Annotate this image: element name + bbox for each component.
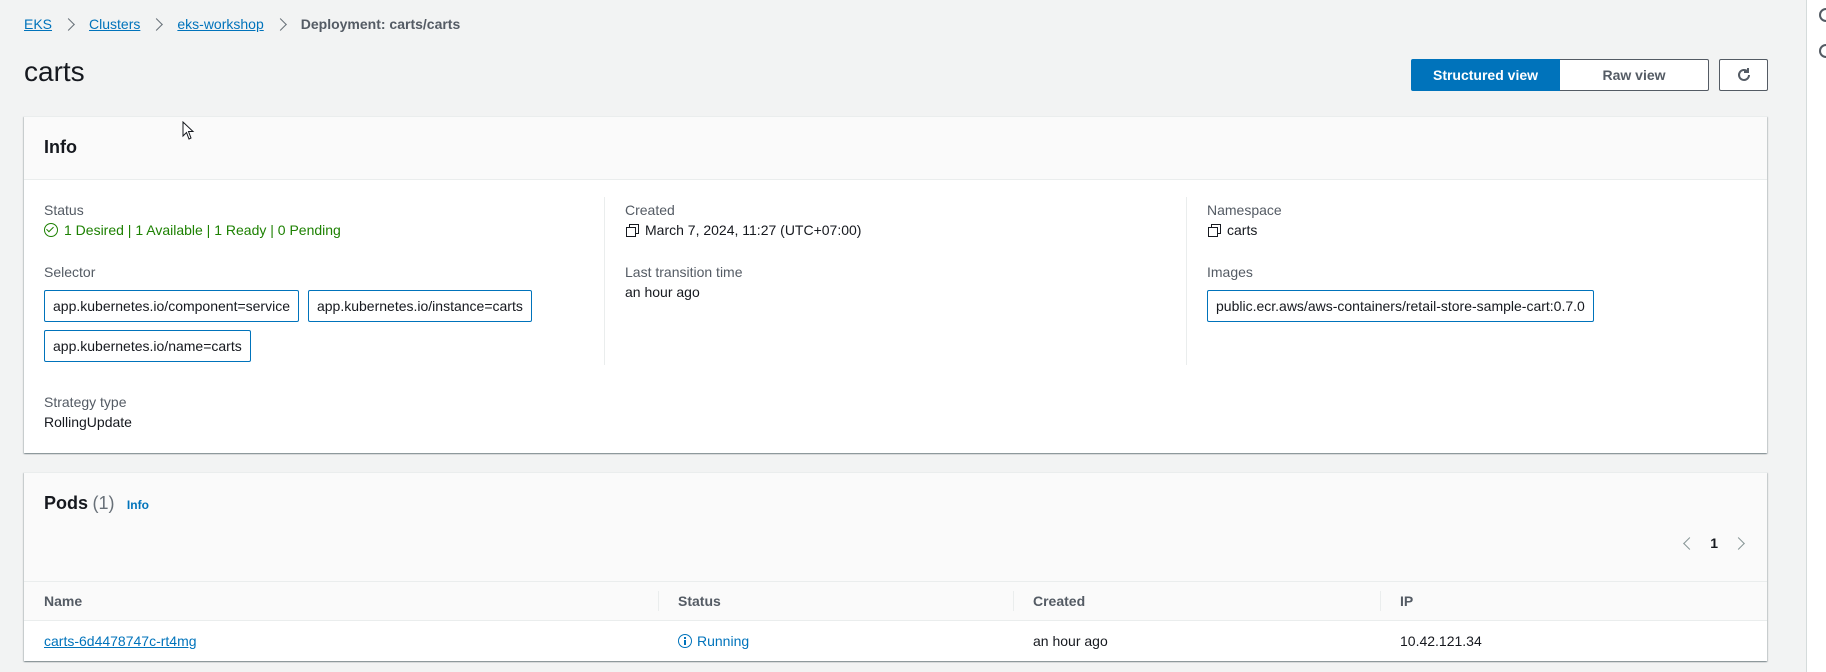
copy-icon[interactable] [625,223,639,237]
info-icon [678,634,692,648]
table-header-row: Name Status Created IP [24,581,1767,621]
pods-panel-header: Pods (1) Info 1 [24,473,1767,581]
settings-icon[interactable] [1819,44,1826,58]
chevron-right-icon [150,17,164,31]
info-panel-title: Info [44,137,77,157]
table-row: carts-6d4478747c-rt4mg Running an hour a… [24,621,1767,662]
info-column-1: Status 1 Desired | 1 Available | 1 Ready… [44,200,604,432]
info-panel: Info Status 1 Desired | 1 Available | 1 … [24,116,1767,453]
column-header-status[interactable]: Status [658,582,1013,621]
selector-tag: app.kubernetes.io/component=service [44,290,299,322]
info-panel-header: Info [24,117,1767,180]
created-label: Created [625,202,675,218]
pod-created-cell: an hour ago [1033,633,1108,649]
status-value-row: 1 Desired | 1 Available | 1 Ready | 0 Pe… [44,220,604,240]
column-divider [1186,197,1187,365]
column-header-name[interactable]: Name [24,582,658,621]
image-tag: public.ecr.aws/aws-containers/retail-sto… [1207,290,1594,322]
last-transition-value: an hour ago [625,284,700,300]
strategy-type-value: RollingUpdate [44,414,132,430]
pod-ip-cell: 10.42.121.34 [1400,633,1482,649]
pod-status-text: Running [697,633,750,649]
copy-icon[interactable] [1207,223,1221,237]
chevron-right-icon[interactable] [1732,536,1745,550]
pod-name-cell: carts-6d4478747c-rt4mg [24,621,658,662]
pods-table: Name Status Created IP carts-6d4478747c-… [24,581,1767,661]
selector-tags: app.kubernetes.io/component=service app.… [44,290,564,362]
pods-title: Pods [44,493,89,513]
column-header-ip[interactable]: IP [1380,582,1767,621]
info-column-2: Created March 7, 2024, 11:27 (UTC+07:00)… [625,200,1185,302]
column-header-created[interactable]: Created [1013,582,1380,621]
images-tags: public.ecr.aws/aws-containers/retail-sto… [1207,290,1747,322]
page: EKS Clusters eks-workshop Deployment: ca… [0,0,1826,672]
chevron-right-icon [273,17,287,31]
view-toggle: Structured view Raw view [1411,59,1709,91]
breadcrumb-current: Deployment: carts/carts [300,16,461,32]
info-column-3: Namespace carts Images public.ecr.aws/aw… [1207,200,1747,322]
pagination: 1 [1683,535,1745,551]
structured-view-button[interactable]: Structured view [1411,59,1560,91]
page-title: carts [24,56,85,87]
breadcrumb-cluster[interactable]: eks-workshop [177,14,263,34]
breadcrumb-clusters[interactable]: Clusters [89,14,140,34]
pods-info-link[interactable]: Info [127,498,149,512]
refresh-icon [1737,68,1750,81]
status-label: Status [44,202,84,218]
strategy-type-label: Strategy type [44,394,127,410]
namespace-value: carts [1227,222,1258,238]
pods-count: (1) [92,493,115,513]
pods-panel: Pods (1) Info 1 Name Status Created IP c… [24,472,1767,661]
raw-view-button[interactable]: Raw view [1560,59,1709,91]
chevron-left-icon[interactable] [1683,536,1697,550]
last-transition-label: Last transition time [625,264,743,280]
created-value: March 7, 2024, 11:27 (UTC+07:00) [645,222,862,238]
right-side-panel [1806,0,1826,672]
namespace-label: Namespace [1207,202,1282,218]
created-value-row: March 7, 2024, 11:27 (UTC+07:00) [625,220,1185,240]
namespace-value-row: carts [1207,220,1747,240]
selector-tag: app.kubernetes.io/name=carts [44,330,251,362]
pod-status-cell: Running [658,621,1013,662]
breadcrumb: EKS Clusters eks-workshop Deployment: ca… [24,14,460,34]
mouse-cursor-icon [182,121,195,140]
pod-status: Running [678,633,1013,649]
chevron-right-icon [62,17,75,31]
column-divider [604,197,605,365]
breadcrumb-eks[interactable]: EKS [24,14,52,34]
page-number[interactable]: 1 [1710,535,1718,551]
pod-name-link[interactable]: carts-6d4478747c-rt4mg [44,633,197,649]
help-icon[interactable] [1819,8,1826,22]
selector-tag: app.kubernetes.io/instance=carts [307,290,532,322]
selector-label: Selector [44,264,96,280]
status-ok-icon [44,223,58,237]
status-value: 1 Desired | 1 Available | 1 Ready | 0 Pe… [64,222,341,238]
images-label: Images [1207,264,1253,280]
refresh-button[interactable] [1719,59,1768,91]
